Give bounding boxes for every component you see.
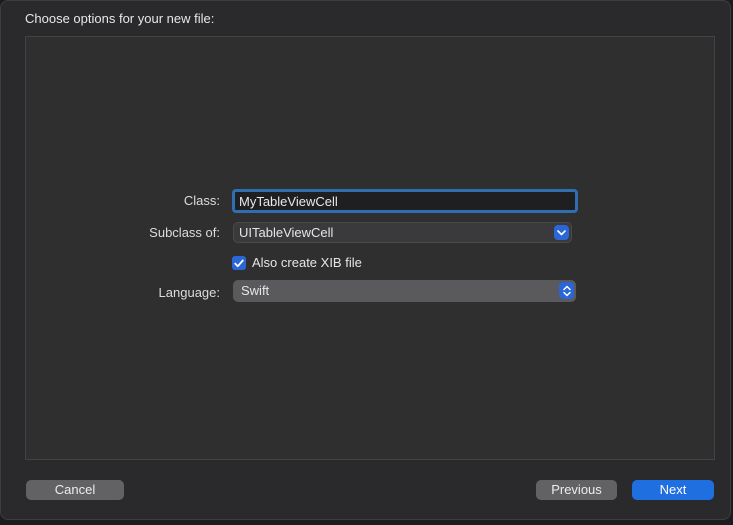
cancel-button[interactable]: Cancel (26, 480, 124, 500)
subclass-label: Subclass of: (149, 225, 220, 240)
sheet-title: Choose options for your new file: (25, 11, 215, 26)
previous-button[interactable]: Previous (536, 480, 617, 500)
create-xib-label[interactable]: Also create XIB file (252, 255, 362, 270)
subclass-value: UITableViewCell (239, 225, 334, 240)
class-name-input[interactable] (232, 189, 578, 213)
class-label: Class: (183, 193, 220, 208)
language-label: Language: (158, 285, 220, 300)
new-file-options-sheet: Choose options for your new file: Class:… (0, 0, 731, 520)
next-button[interactable]: Next (632, 480, 714, 500)
language-popup[interactable]: Swift (233, 280, 576, 302)
chevron-up-down-icon (559, 282, 574, 299)
checkmark-icon (234, 259, 244, 267)
create-xib-checkbox[interactable] (232, 256, 246, 270)
options-panel (25, 36, 715, 460)
language-value: Swift (241, 283, 270, 298)
chevron-down-icon[interactable] (554, 225, 569, 240)
subclass-combo-box[interactable]: UITableViewCell (233, 222, 572, 243)
